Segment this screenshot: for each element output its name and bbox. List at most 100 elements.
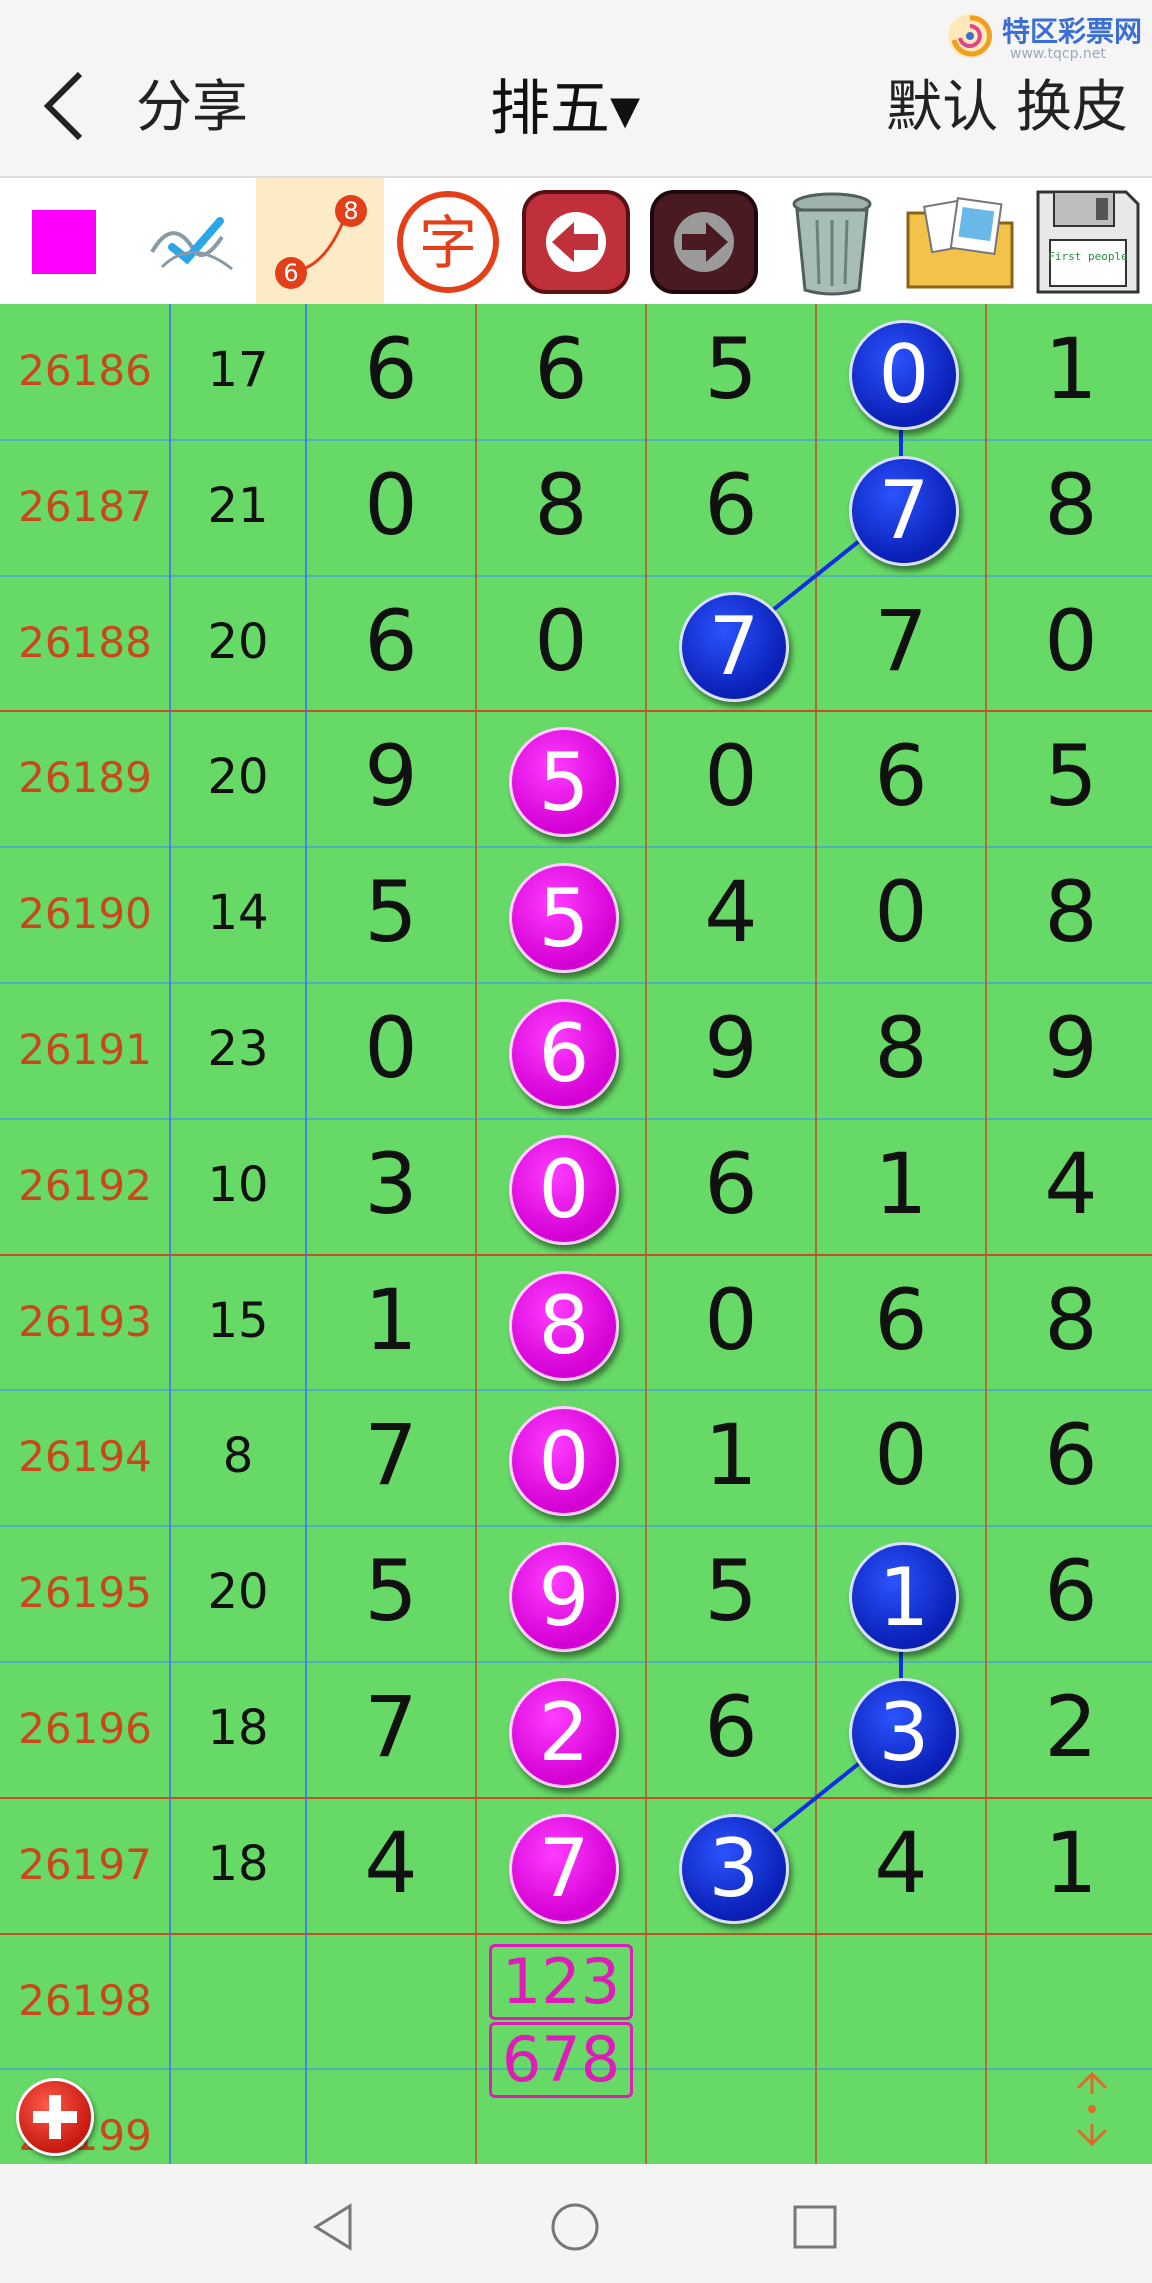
lottery-type-dropdown[interactable]: 排五▾ [490,60,640,147]
digit-cell[interactable]: 6 [646,456,816,554]
save-button[interactable]: First people [1024,178,1152,306]
system-navigation-bar [0,2164,1152,2283]
text-tool-button[interactable]: 字 [384,178,512,306]
sum-value: 18 [207,1835,269,1892]
digit-cell[interactable]: 9 [646,999,816,1097]
add-button[interactable] [16,2078,94,2156]
pink-ball-digit[interactable]: 0 [509,1406,619,1517]
sum-value: 23 [207,1020,269,1077]
default-skin-button[interactable]: 默认 [886,75,998,140]
issue-number: 26191 [18,1024,152,1074]
back-arrow-icon[interactable] [40,68,88,144]
digit-cell[interactable]: 5 [306,863,476,961]
pink-ball-digit[interactable]: 7 [509,1813,619,1924]
color-swatch-button[interactable] [0,178,128,306]
digit-cell[interactable]: 0 [646,1271,816,1369]
digit-cell[interactable]: 0 [306,456,476,554]
digit-cell[interactable]: 8 [816,999,986,1097]
redo-button[interactable] [640,178,768,306]
issue-number: 26194 [18,1432,152,1482]
digit-cell[interactable]: 2 [986,1678,1152,1776]
prediction-box[interactable]: 678 [489,2021,633,2098]
digit-cell[interactable]: 5 [646,1542,816,1640]
digit-cell[interactable]: 0 [476,592,646,690]
digit-cell[interactable]: 6 [816,727,986,825]
pink-ball-digit[interactable]: 2 [509,1677,619,1788]
digit-cell[interactable]: 4 [816,1814,986,1912]
digit-cell[interactable]: 8 [986,863,1152,961]
digit-cell[interactable]: 0 [306,999,476,1097]
digit-cell[interactable]: 7 [306,1678,476,1776]
digit-cell[interactable]: 4 [646,863,816,961]
pen-icon [150,217,233,271]
connect-line-tool-button[interactable]: 8 6 [256,178,384,306]
color-swatch [32,210,96,274]
issue-number: 26190 [18,889,152,939]
connect-icon-bottom-number: 6 [283,259,298,287]
pink-ball-digit[interactable]: 5 [509,727,619,838]
connect-line-icon: 8 6 [275,195,367,289]
pink-ball-digit[interactable]: 5 [509,863,619,974]
blue-ball-digit[interactable]: 7 [679,591,789,702]
digit-cell[interactable]: 1 [816,1135,986,1233]
scroll-handle-icon[interactable] [1060,2064,1124,2154]
digit-cell[interactable]: 6 [816,1271,986,1369]
digit-cell[interactable]: 8 [986,1271,1152,1369]
digit-cell[interactable]: 0 [986,592,1152,690]
digit-cell[interactable]: 6 [986,1542,1152,1640]
digit-cell[interactable]: 1 [646,1406,816,1504]
digit-cell[interactable]: 1 [306,1271,476,1369]
digit-cell[interactable]: 0 [816,1406,986,1504]
issue-number: 26198 [18,1975,152,2025]
digit-cell[interactable]: 1 [986,1814,1152,1912]
digit-cell[interactable]: 7 [306,1406,476,1504]
digit-cell[interactable]: 9 [306,727,476,825]
sum-value: 10 [207,1156,269,1213]
digit-cell[interactable]: 8 [476,456,646,554]
blue-ball-digit[interactable]: 7 [849,455,959,566]
clear-button[interactable] [768,178,896,306]
gallery-button[interactable] [896,178,1024,306]
blue-ball-digit[interactable]: 3 [849,1677,959,1788]
digit-cell[interactable]: 4 [986,1135,1152,1233]
digit-cell[interactable]: 5 [646,320,816,418]
sum-value: 21 [207,477,269,534]
digit-cell[interactable]: 6 [306,592,476,690]
digit-cell[interactable]: 0 [816,863,986,961]
digit-cell[interactable]: 5 [986,727,1152,825]
undo-button[interactable] [512,178,640,306]
digit-cell[interactable]: 0 [646,727,816,825]
digit-cell[interactable]: 8 [986,456,1152,554]
digit-cell[interactable]: 6 [646,1678,816,1776]
pen-tool-button[interactable] [128,178,256,306]
pink-ball-digit[interactable]: 9 [509,1542,619,1653]
sum-value: 14 [207,885,269,942]
digit-cell[interactable]: 9 [986,999,1152,1097]
blue-ball-digit[interactable]: 0 [849,319,959,430]
digit-cell[interactable]: 4 [306,1814,476,1912]
blue-ball-digit[interactable]: 1 [849,1542,959,1653]
pink-ball-digit[interactable]: 8 [509,1270,619,1381]
undo-icon [522,190,630,294]
digit-cell[interactable]: 5 [306,1542,476,1640]
prediction-box[interactable]: 123 [489,1943,633,2020]
digit-cell[interactable]: 6 [986,1406,1152,1504]
plus-icon [33,2095,77,2139]
digit-cell[interactable]: 6 [646,1135,816,1233]
issue-number: 26189 [18,753,152,803]
pink-ball-digit[interactable]: 0 [509,1134,619,1245]
share-button[interactable]: 分享 [136,62,248,143]
issue-number: 26195 [18,1568,152,1618]
digit-cell[interactable]: 6 [306,320,476,418]
home-nav-icon[interactable] [550,2202,600,2252]
digit-cell[interactable]: 6 [476,320,646,418]
change-skin-button[interactable]: 换皮 [1016,75,1128,140]
back-nav-icon[interactable] [310,2202,356,2252]
digit-cell[interactable]: 1 [986,320,1152,418]
trend-chart-grid[interactable]: 26186 17 6 6 5 0 1 26187 21 0 8 6 7 8 26188 20 6 0 7 7 0 2618… [0,304,1152,2164]
digit-cell[interactable]: 3 [306,1135,476,1233]
recents-nav-icon[interactable] [792,2204,838,2250]
blue-ball-digit[interactable]: 3 [679,1813,789,1924]
pink-ball-digit[interactable]: 6 [509,998,619,1109]
digit-cell[interactable]: 7 [816,592,986,690]
